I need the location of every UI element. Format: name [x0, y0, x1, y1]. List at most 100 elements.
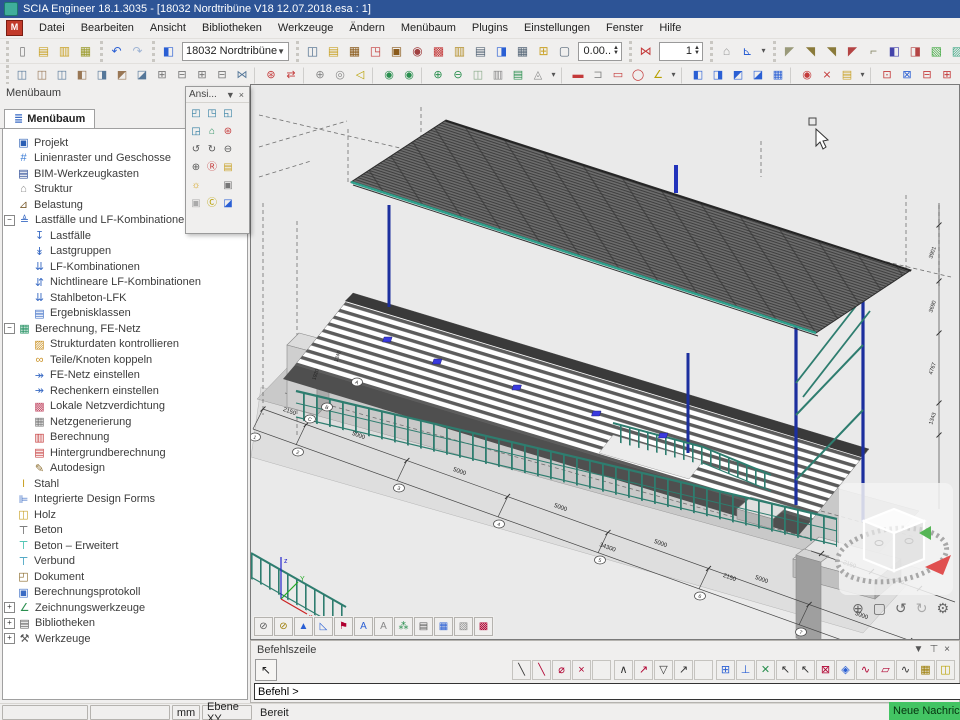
- snap-icon[interactable]: ⌀: [552, 660, 571, 680]
- toolbar-icon[interactable]: ◪: [748, 65, 768, 85]
- expander-icon[interactable]: −: [4, 215, 15, 226]
- tree-item[interactable]: ∞ Teile/Knoten koppeln: [3, 352, 247, 368]
- menu-item[interactable]: Hilfe: [651, 20, 689, 36]
- close-icon[interactable]: ×: [237, 90, 246, 100]
- toolbar-icon[interactable]: ◧: [158, 41, 179, 62]
- pin-icon[interactable]: ⊤: [926, 644, 941, 655]
- menu-item[interactable]: Werkzeuge: [270, 20, 341, 36]
- menu-item[interactable]: Menübaum: [393, 20, 464, 36]
- snap-icon[interactable]: ✕: [756, 660, 775, 680]
- toolbar-icon[interactable]: ▤: [837, 65, 857, 85]
- spinner-arrows-icon[interactable]: ▲▼: [694, 46, 700, 56]
- toolbar-icon[interactable]: ▾: [548, 65, 559, 85]
- toolbar-icon[interactable]: ◩: [112, 65, 132, 85]
- toolbar-icon[interactable]: ⋈: [635, 41, 656, 62]
- snap-icon[interactable]: ╲: [512, 660, 531, 680]
- view-toolbar-icon[interactable]: Ⓡ: [204, 159, 220, 177]
- snap-icon[interactable]: ∿: [896, 660, 915, 680]
- toolbar-icon[interactable]: ⊕: [428, 65, 448, 85]
- tree-item[interactable]: ⊤ Beton – Erweitert: [3, 538, 247, 554]
- toolbar-icon[interactable]: ▢: [554, 41, 575, 62]
- nav-icon[interactable]: ▢: [873, 600, 886, 617]
- snap-icon[interactable]: ∿: [856, 660, 875, 680]
- tree-item[interactable]: − ▦ Berechnung, FE-Netz: [3, 321, 247, 337]
- tree-item[interactable]: ⊫ Integrierte Design Forms: [3, 492, 247, 508]
- toolbar-icon[interactable]: ◥: [821, 41, 842, 62]
- snap-icon[interactable]: ↖: [776, 660, 795, 680]
- toolbar-icon[interactable]: ▦: [75, 41, 96, 62]
- view-toolbar-icon[interactable]: ↻: [204, 141, 220, 159]
- toolbar-icon[interactable]: ◫: [32, 65, 52, 85]
- toolbar-icon[interactable]: ◁: [350, 65, 370, 85]
- tree-item[interactable]: ◫ Holz: [3, 507, 247, 523]
- snap-icon[interactable]: ⊞: [716, 660, 735, 680]
- view-toolbar-icon[interactable]: ⊕: [188, 159, 204, 177]
- strip-icon[interactable]: ▩: [474, 617, 493, 636]
- close-icon[interactable]: ×: [941, 644, 953, 655]
- toolbar-icon[interactable]: ◫: [302, 41, 323, 62]
- expander-icon[interactable]: +: [4, 618, 15, 629]
- toolbar-icon[interactable]: [372, 67, 377, 84]
- toolbar-icon[interactable]: ◧: [884, 41, 905, 62]
- tree-item[interactable]: + ▤ Bibliotheken: [3, 616, 247, 632]
- toolbar-icon[interactable]: ▾: [758, 41, 769, 62]
- tree-item[interactable]: ◰ Dokument: [3, 569, 247, 585]
- toolbar-icon[interactable]: [254, 67, 259, 84]
- view-toolbar-icon[interactable]: ☼: [188, 177, 204, 195]
- count-spinner[interactable]: 1 ▲▼: [659, 42, 703, 61]
- status-cell[interactable]: mm: [172, 705, 200, 720]
- tab-menubaum[interactable]: ≣ Menübaum: [4, 109, 95, 128]
- tree-item[interactable]: ▥ Berechnung: [3, 430, 247, 446]
- snap-icon[interactable]: ⊠: [816, 660, 835, 680]
- app-document-icon[interactable]: M: [6, 20, 23, 36]
- menu-item[interactable]: Bearbeiten: [73, 20, 142, 36]
- view-toolbar-icon[interactable]: ▤: [220, 159, 236, 177]
- tree-item[interactable]: + ⚒ Werkzeuge: [3, 631, 247, 647]
- toolbar-icon[interactable]: ⌂: [716, 41, 737, 62]
- snap-icon[interactable]: ╲: [532, 660, 551, 680]
- toolbar-icon[interactable]: ⊞: [937, 65, 957, 85]
- toolbar-icon[interactable]: ▥: [54, 41, 75, 62]
- tree-item[interactable]: ▤ Ergebnisklassen: [3, 306, 247, 322]
- menu-item[interactable]: Plugins: [464, 20, 516, 36]
- snap-icon[interactable]: ↗: [674, 660, 693, 680]
- toolbar-icon[interactable]: ◨: [491, 41, 512, 62]
- strip-icon[interactable]: ⊘: [274, 617, 293, 636]
- snap-icon[interactable]: ×: [572, 660, 591, 680]
- menu-item[interactable]: Bibliotheken: [194, 20, 270, 36]
- menu-item[interactable]: Ändern: [341, 20, 392, 36]
- project-combo[interactable]: 18032 Nordtribüne ▼: [182, 42, 289, 61]
- expander-icon[interactable]: −: [4, 323, 15, 334]
- toolbar-icon[interactable]: ⊞: [152, 65, 172, 85]
- tree-item[interactable]: ↠ Rechenkern einstellen: [3, 383, 247, 399]
- strip-icon[interactable]: ▤: [414, 617, 433, 636]
- status-cell[interactable]: Ebene XY: [202, 705, 252, 720]
- nav-icon[interactable]: ⚙: [936, 600, 949, 617]
- toolbar-icon[interactable]: ⊞: [533, 41, 554, 62]
- toolbar-icon[interactable]: ◤: [842, 41, 863, 62]
- toolbar-icon[interactable]: ▯: [12, 41, 33, 62]
- toolbar-icon[interactable]: ◫: [52, 65, 72, 85]
- snap-icon[interactable]: ▽: [654, 660, 673, 680]
- view-toolbar-icon[interactable]: ◲: [188, 123, 204, 141]
- toolbar-icon[interactable]: ▦: [512, 41, 533, 62]
- tree-item[interactable]: ✎ Autodesign: [3, 461, 247, 477]
- toolbar-icon[interactable]: ◉: [797, 65, 817, 85]
- toolbar-icon[interactable]: ◯: [628, 65, 648, 85]
- tree-item[interactable]: ⇵ Nichtlineare LF-Kombinationen: [3, 275, 247, 291]
- toolbar-icon[interactable]: ↷: [127, 41, 148, 62]
- toolbar-icon[interactable]: ◉: [379, 65, 399, 85]
- toolbar-icon[interactable]: ▩: [428, 41, 449, 62]
- toolbar-icon[interactable]: ⊡: [877, 65, 897, 85]
- toolbar-icon[interactable]: ▨: [947, 41, 960, 62]
- toolbar-icon[interactable]: [790, 67, 795, 84]
- toolbar-icon[interactable]: ▧: [926, 41, 947, 62]
- toolbar-icon[interactable]: ⊠: [897, 65, 917, 85]
- new-messages-badge[interactable]: Neue Nachrichten: [889, 702, 960, 720]
- view-toolbar-icon[interactable]: ↺: [188, 141, 204, 159]
- command-input[interactable]: [254, 683, 960, 700]
- spinner-arrows-icon[interactable]: ▲▼: [613, 46, 619, 56]
- scale-spinner[interactable]: 0.00.. ▲▼: [578, 42, 622, 61]
- view-toolbar-icon[interactable]: ⊛: [220, 123, 236, 141]
- toolbar-icon[interactable]: ▾: [668, 65, 679, 85]
